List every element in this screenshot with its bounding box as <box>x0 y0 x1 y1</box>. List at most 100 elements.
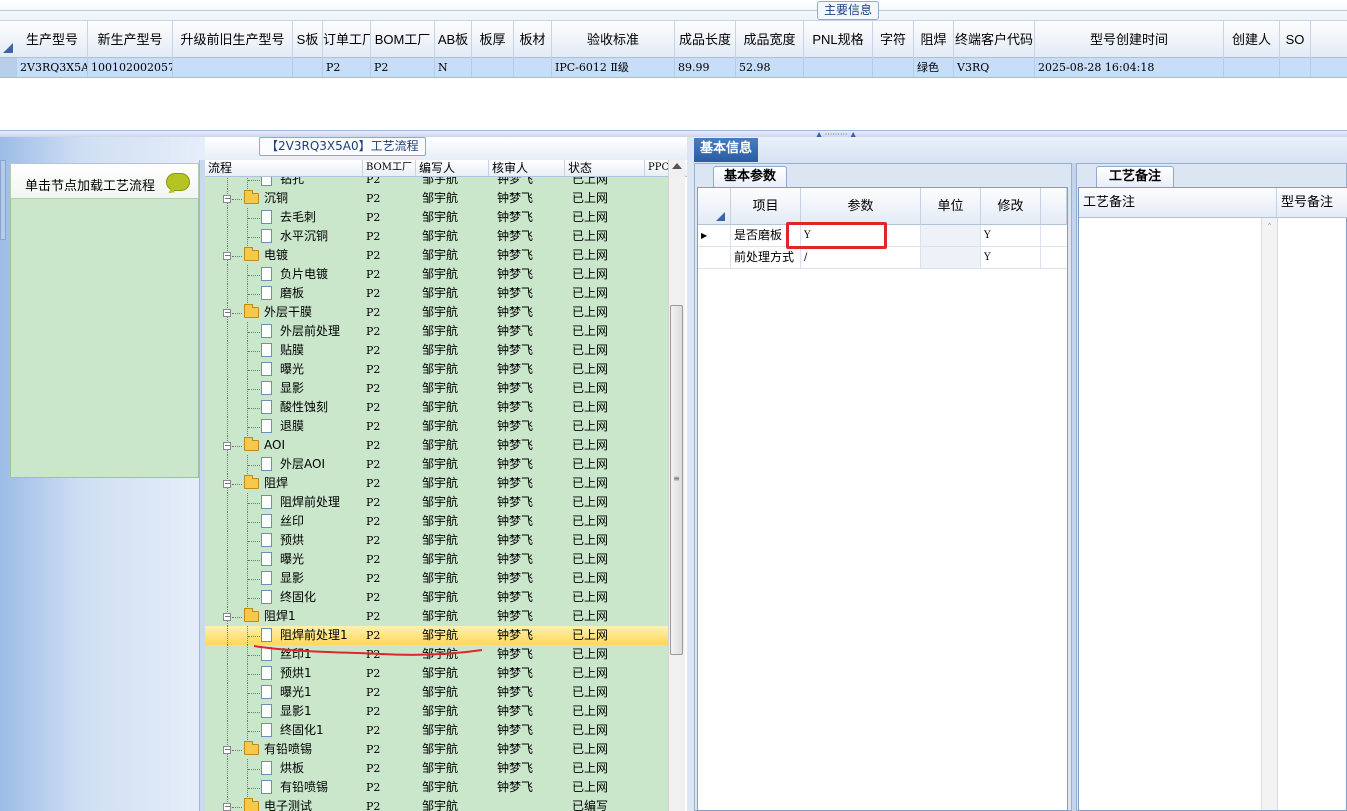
main-col-header[interactable]: S板 <box>293 21 323 58</box>
params-col-unit[interactable]: 单位 <box>921 188 981 225</box>
main-col-header[interactable]: 终端客户代码 <box>954 21 1035 58</box>
main-info-row[interactable]: 2V3RQ3X5A010010200205703P2P2NIPC-6012 Ⅱ级… <box>0 58 1347 78</box>
main-col-header[interactable]: AB板 <box>435 21 472 58</box>
main-cell[interactable] <box>173 58 293 77</box>
flow-row[interactable]: − 阻焊 P2 邹宇航 钟梦飞 已上网 <box>205 474 668 493</box>
main-cell[interactable]: IPC-6012 Ⅱ级 <box>552 58 675 77</box>
basic-params-tab[interactable]: 基本参数 <box>713 166 788 187</box>
main-col-header[interactable]: 创建人 <box>1224 21 1280 58</box>
flow-row[interactable]: 外层AOI P2 邹宇航 钟梦飞 已上网 <box>205 455 668 474</box>
collapse-icon[interactable]: − <box>223 613 231 621</box>
param-modify[interactable]: Y <box>981 247 1041 268</box>
param-unit[interactable] <box>921 225 981 246</box>
flow-row[interactable]: − 有铅喷锡 P2 邹宇航 钟梦飞 已上网 <box>205 740 668 759</box>
main-cell[interactable]: 52.98 <box>736 58 804 77</box>
main-cell[interactable] <box>1280 58 1311 77</box>
flow-row[interactable]: 预烘 P2 邹宇航 钟梦飞 已上网 <box>205 531 668 550</box>
collapse-icon[interactable]: − <box>223 746 231 754</box>
main-info-tab[interactable]: 主要信息 <box>817 1 880 20</box>
row-selector[interactable] <box>0 58 17 77</box>
main-cell[interactable] <box>472 58 514 77</box>
main-col-header[interactable]: 板材 <box>514 21 552 58</box>
notes-scrollbar[interactable]: ˄ <box>1261 218 1277 810</box>
main-col-header[interactable]: 成品宽度 <box>736 21 804 58</box>
main-col-header[interactable]: 阻焊 <box>914 21 954 58</box>
flow-row[interactable]: 阻焊前处理 P2 邹宇航 钟梦飞 已上网 <box>205 493 668 512</box>
params-col-item[interactable]: 项目 <box>731 188 801 225</box>
flow-row[interactable]: 去毛刺 P2 邹宇航 钟梦飞 已上网 <box>205 208 668 227</box>
flow-row[interactable]: 磨板 P2 邹宇航 钟梦飞 已上网 <box>205 284 668 303</box>
flow-row[interactable]: 水平沉铜 P2 邹宇航 钟梦飞 已上网 <box>205 227 668 246</box>
flow-col-header[interactable]: 状态 <box>565 160 645 176</box>
main-col-header[interactable]: 字符 <box>873 21 914 58</box>
param-value[interactable]: / <box>801 247 921 268</box>
flow-row[interactable]: 酸性蚀刻 P2 邹宇航 钟梦飞 已上网 <box>205 398 668 417</box>
basic-info-tab[interactable]: 基本信息 <box>694 138 759 162</box>
main-cell[interactable] <box>873 58 914 77</box>
main-col-header[interactable]: BOM工厂 <box>371 21 435 58</box>
flow-tab[interactable]: 【2V3RQ3X5A0】工艺流程 <box>259 137 426 156</box>
main-col-header[interactable]: 成品长度 <box>675 21 736 58</box>
params-col-modify[interactable]: 修改 <box>981 188 1041 225</box>
flow-row[interactable]: 终固化1 P2 邹宇航 钟梦飞 已上网 <box>205 721 668 740</box>
flow-col-header[interactable]: 核审人 <box>489 160 565 176</box>
main-cell[interactable]: 绿色 <box>914 58 954 77</box>
collapse-icon[interactable]: − <box>223 195 231 203</box>
flow-row[interactable]: 曝光 P2 邹宇航 钟梦飞 已上网 <box>205 360 668 379</box>
flow-row[interactable]: − 电子测试 P2 邹宇航 已编写 <box>205 797 668 811</box>
main-col-header[interactable]: 型号创建时间 <box>1035 21 1224 58</box>
flow-row[interactable]: 贴膜 P2 邹宇航 钟梦飞 已上网 <box>205 341 668 360</box>
collapse-icon[interactable]: − <box>223 803 231 811</box>
param-unit[interactable] <box>921 247 981 268</box>
main-cell[interactable]: N <box>435 58 472 77</box>
main-cell[interactable] <box>1224 58 1280 77</box>
main-cell[interactable]: P2 <box>323 58 371 77</box>
main-col-header[interactable]: 板厚 <box>472 21 514 58</box>
main-cell[interactable]: 89.99 <box>675 58 736 77</box>
main-cell[interactable]: 2025-08-28 16:04:18 <box>1035 58 1224 77</box>
flow-row[interactable]: − 外层干膜 P2 邹宇航 钟梦飞 已上网 <box>205 303 668 322</box>
main-cell[interactable] <box>293 58 323 77</box>
flow-row[interactable]: 曝光1 P2 邹宇航 钟梦飞 已上网 <box>205 683 668 702</box>
flow-col-header[interactable]: 编写人 <box>416 160 489 176</box>
main-col-header[interactable]: 升级前旧生产型号 <box>173 21 293 58</box>
flow-row[interactable]: 曝光 P2 邹宇航 钟梦飞 已上网 <box>205 550 668 569</box>
main-col-header[interactable]: 新生产型号 <box>88 21 173 58</box>
flow-row[interactable]: 显影1 P2 邹宇航 钟梦飞 已上网 <box>205 702 668 721</box>
flow-row[interactable]: − 阻焊1 P2 邹宇航 钟梦飞 已上网 <box>205 607 668 626</box>
params-row[interactable]: 前处理方式 / Y <box>698 247 1067 269</box>
params-col-param[interactable]: 参数 <box>801 188 921 225</box>
flow-row[interactable]: − 电镀 P2 邹宇航 钟梦飞 已上网 <box>205 246 668 265</box>
notes-col-process[interactable]: 工艺备注 <box>1079 188 1277 218</box>
main-cell[interactable]: 2V3RQ3X5A0 <box>17 58 88 77</box>
scroll-up-icon[interactable] <box>672 163 682 169</box>
flow-row[interactable]: 负片电镀 P2 邹宇航 钟梦飞 已上网 <box>205 265 668 284</box>
notes-tab[interactable]: 工艺备注 <box>1096 166 1175 187</box>
collapse-icon[interactable]: − <box>223 480 231 488</box>
left-collapse-strip[interactable] <box>0 160 6 240</box>
main-cell[interactable]: 10010200205703 <box>88 58 173 77</box>
flow-row[interactable]: 钻孔 P2 邹宇航 钟梦飞 已上网 <box>205 177 668 189</box>
flow-row[interactable]: 终固化 P2 邹宇航 钟梦飞 已上网 <box>205 588 668 607</box>
flow-row[interactable]: 丝印 P2 邹宇航 钟梦飞 已上网 <box>205 512 668 531</box>
main-col-header[interactable]: 订单工厂 <box>323 21 371 58</box>
main-col-header[interactable]: 生产型号 <box>17 21 88 58</box>
flow-row[interactable]: 有铅喷锡 P2 邹宇航 钟梦飞 已上网 <box>205 778 668 797</box>
middle-splitter[interactable] <box>687 137 694 811</box>
flow-row[interactable]: 显影 P2 邹宇航 钟梦飞 已上网 <box>205 379 668 398</box>
main-cell[interactable]: V3RQ <box>954 58 1035 77</box>
collapse-icon[interactable]: − <box>223 309 231 317</box>
main-col-header[interactable]: SO <box>1280 21 1311 58</box>
param-modify[interactable]: Y <box>981 225 1041 246</box>
flow-row[interactable]: 预烘1 P2 邹宇航 钟梦飞 已上网 <box>205 664 668 683</box>
flow-col-header[interactable]: 流程 <box>205 160 363 176</box>
main-cell[interactable]: P2 <box>371 58 435 77</box>
notes-col-model[interactable]: 型号备注 <box>1277 188 1347 218</box>
flow-col-header[interactable]: BOM工厂 <box>363 160 416 176</box>
flow-row[interactable]: 显影 P2 邹宇航 钟梦飞 已上网 <box>205 569 668 588</box>
main-col-header[interactable]: 验收标准 <box>552 21 675 58</box>
flow-row[interactable]: 烘板 P2 邹宇航 钟梦飞 已上网 <box>205 759 668 778</box>
collapse-icon[interactable]: − <box>223 442 231 450</box>
scroll-up-icon[interactable]: ˄ <box>1262 222 1277 234</box>
flow-tree[interactable]: 钻孔 P2 邹宇航 钟梦飞 已上网 − 沉铜 P2 邹宇航 钟梦飞 已上网 去毛刺 P2 邹宇航 钟梦飞 已上… <box>205 177 668 811</box>
